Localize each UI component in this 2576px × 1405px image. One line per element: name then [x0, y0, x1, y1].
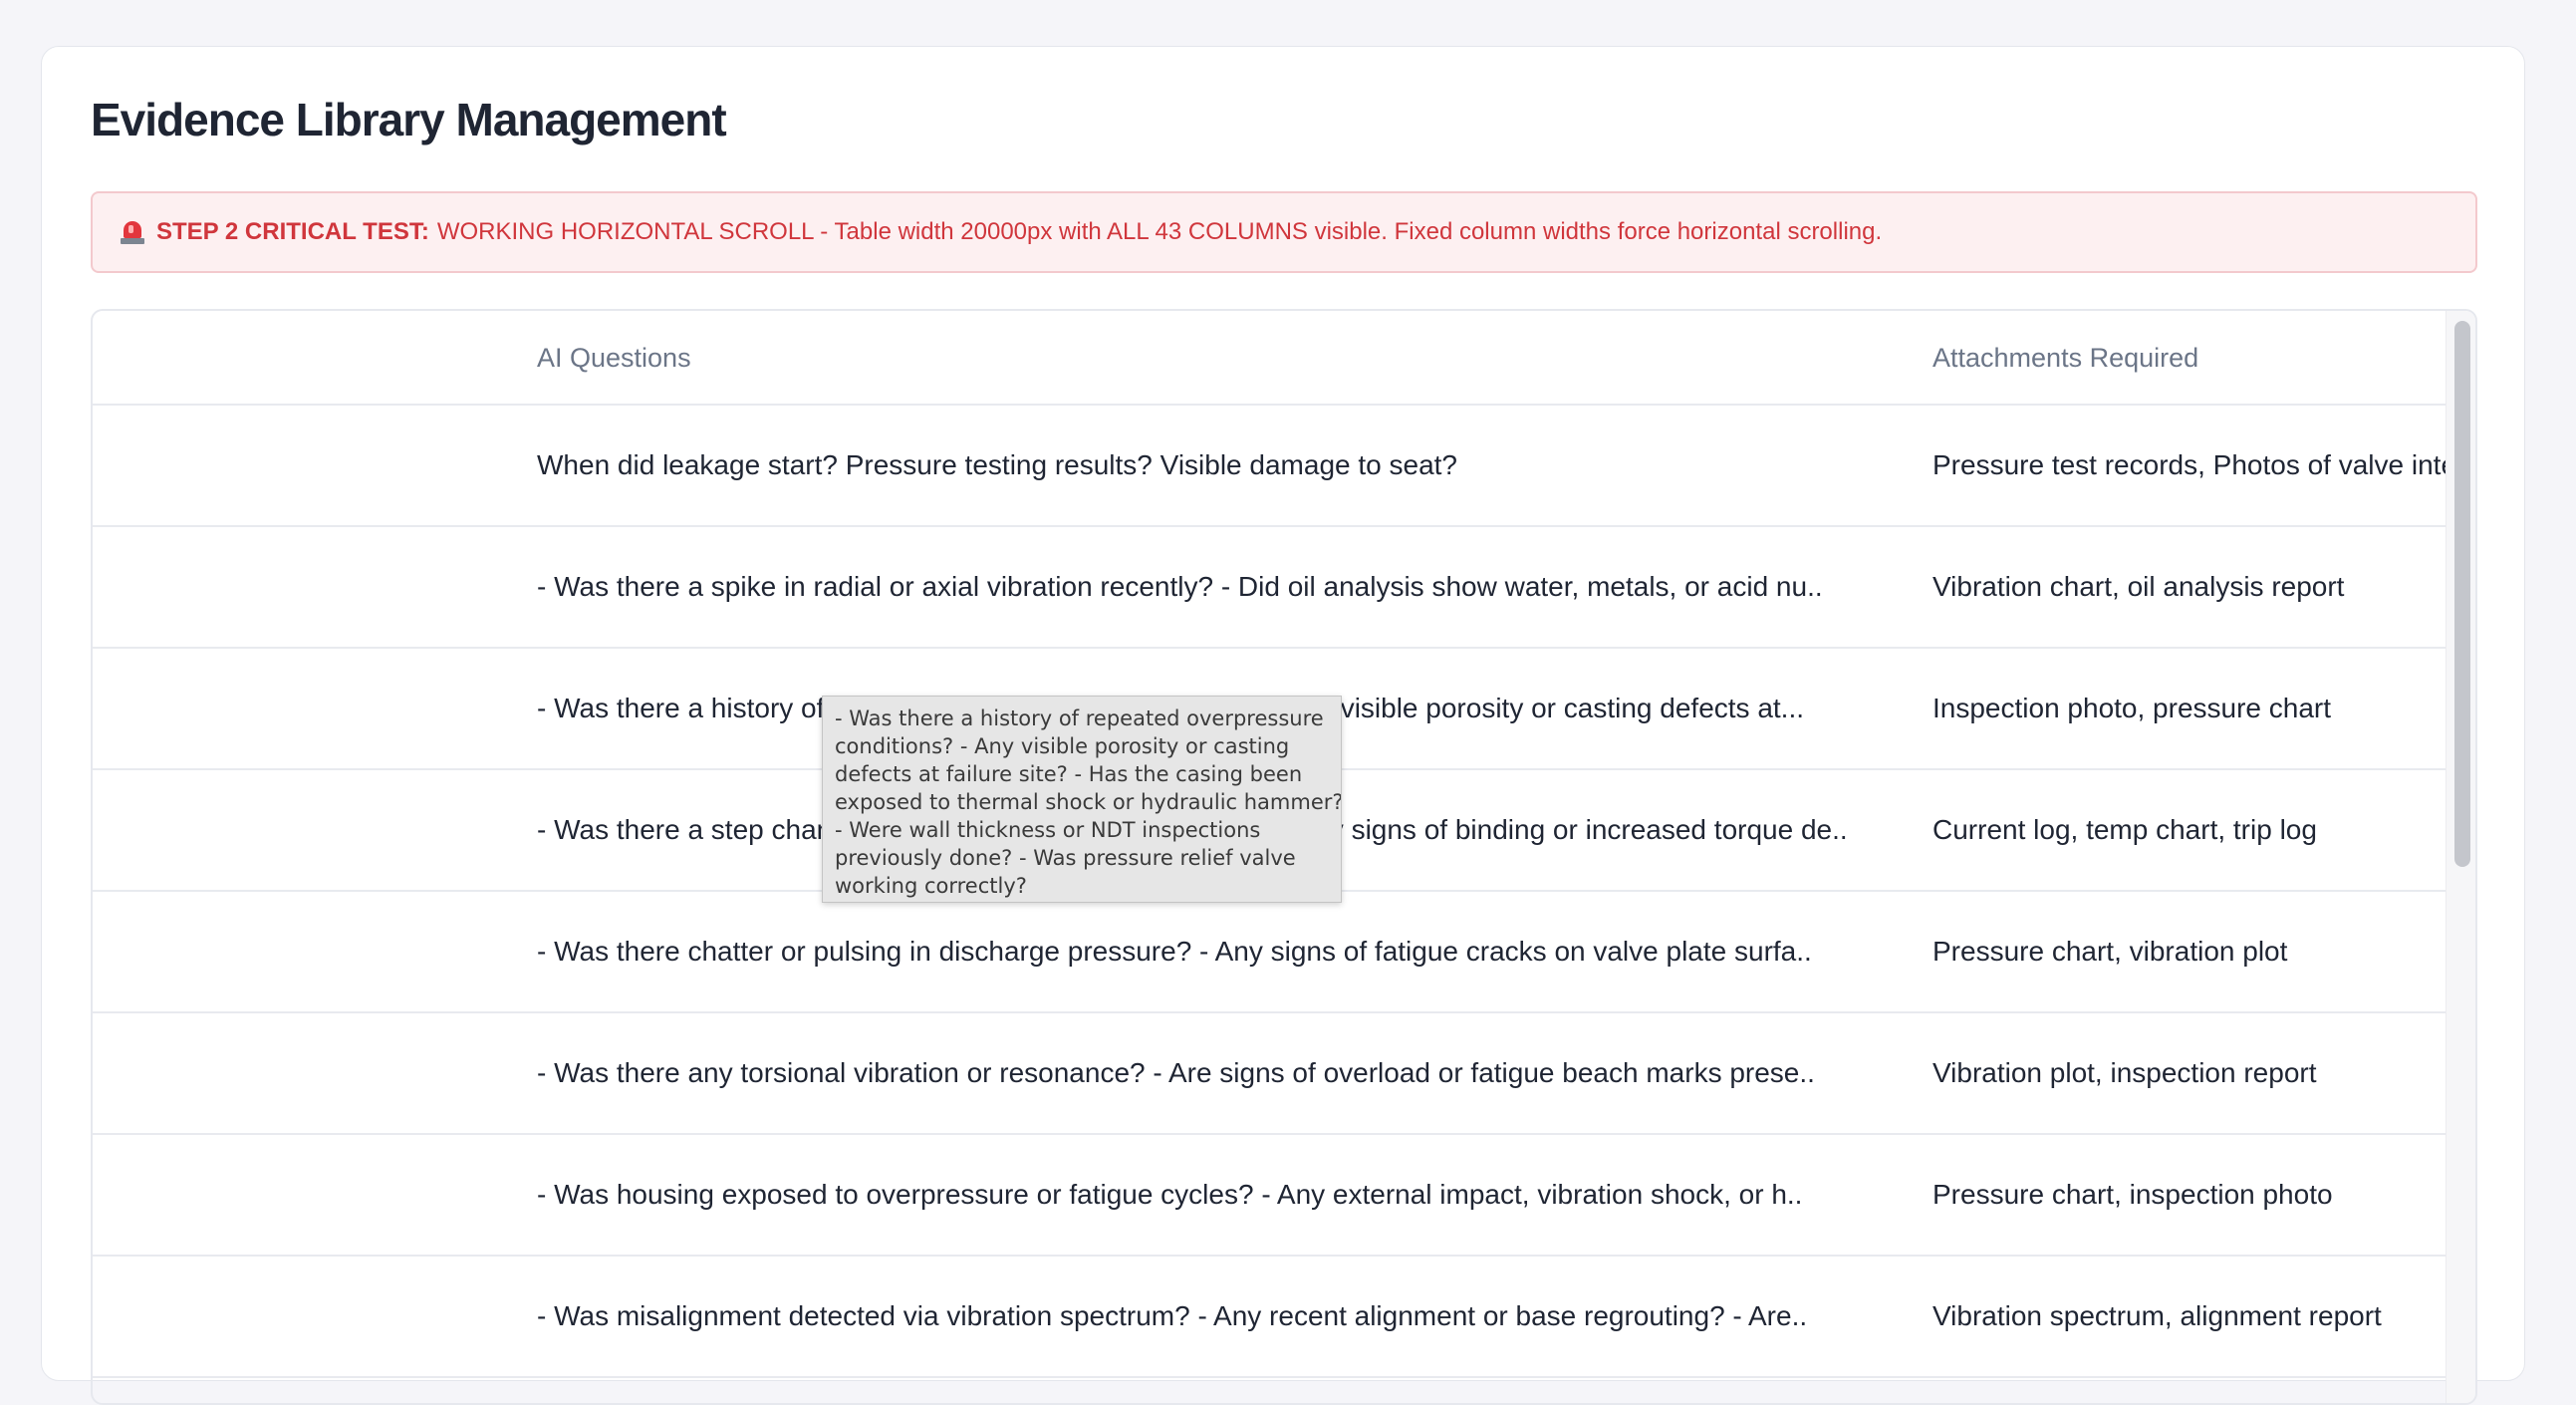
cell-attachments-required: Vibration plot, inspection report [1932, 1057, 2317, 1088]
cell-ai-questions: - Was there chatter or pulsing in discha… [537, 936, 1812, 967]
cell-ai-questions: - Was misalignment detected via vibratio… [537, 1300, 1808, 1331]
column-header-attachments-required[interactable]: Attachments Required [1932, 311, 2198, 406]
cell-tooltip: - Was there a history of repeated overpr… [822, 696, 1342, 903]
cell-ai-questions: - Was there any torsional vibration or r… [537, 1057, 1815, 1088]
cell-ai-questions: When did leakage start? Pressure testing… [537, 449, 1457, 480]
page-title: Evidence Library Management [91, 94, 727, 145]
table-row[interactable]: When did leakage start? Pressure testing… [93, 406, 2446, 527]
cell-attachments-required: Pressure test records, Photos of valve i… [1932, 449, 2446, 480]
cell-attachments-required: Current log, temp chart, trip log [1932, 814, 2317, 845]
tooltip-line: - Was there a history of repeated overpr… [835, 706, 1324, 730]
vertical-scrollbar[interactable] [2446, 311, 2475, 1403]
tooltip-line: exposed to thermal shock or hydraulic ha… [835, 790, 1342, 814]
table-row[interactable]: - Was there a spike in radial or axial v… [93, 527, 2446, 649]
siren-icon [121, 219, 144, 245]
tooltip-line: defects at failure site? - Has the casin… [835, 762, 1303, 786]
cell-ai-questions: - Was housing exposed to overpressure or… [537, 1179, 1803, 1210]
cell-attachments-required: Vibration chart, oil analysis report [1932, 571, 2345, 602]
critical-test-alert: STEP 2 CRITICAL TEST: WORKING HORIZONTAL… [91, 191, 2477, 273]
column-header-ai-questions[interactable]: AI Questions [537, 311, 691, 406]
table-header-row: AI Questions Attachments Required [93, 311, 2446, 406]
tooltip-line: - Were wall thickness or NDT inspections [835, 818, 1261, 842]
tooltip-line: previously done? - Was pressure relief v… [835, 846, 1296, 870]
table-row[interactable]: - Was there chatter or pulsing in discha… [93, 892, 2446, 1013]
alert-message: WORKING HORIZONTAL SCROLL - Table width … [436, 218, 1883, 245]
cell-ai-questions: - Was there a spike in radial or axial v… [537, 571, 1823, 602]
cell-attachments-required: Pressure chart, vibration plot [1932, 936, 2288, 967]
cell-attachments-required: Pressure chart, inspection photo [1932, 1179, 2333, 1210]
table-row[interactable]: - Was there any torsional vibration or r… [93, 1013, 2446, 1135]
tooltip-line: working correctly? [835, 874, 1027, 898]
tooltip-line: conditions? - Any visible porosity or ca… [835, 734, 1290, 758]
table-row[interactable]: - Was housing exposed to overpressure or… [93, 1135, 2446, 1257]
cell-attachments-required: Vibration spectrum, alignment report [1932, 1300, 2382, 1331]
scrollbar-thumb[interactable] [2454, 321, 2470, 867]
alert-label: STEP 2 CRITICAL TEST: [156, 218, 429, 245]
table-row[interactable]: - Was misalignment detected via vibratio… [93, 1257, 2446, 1378]
cell-attachments-required: Inspection photo, pressure chart [1932, 693, 2332, 723]
